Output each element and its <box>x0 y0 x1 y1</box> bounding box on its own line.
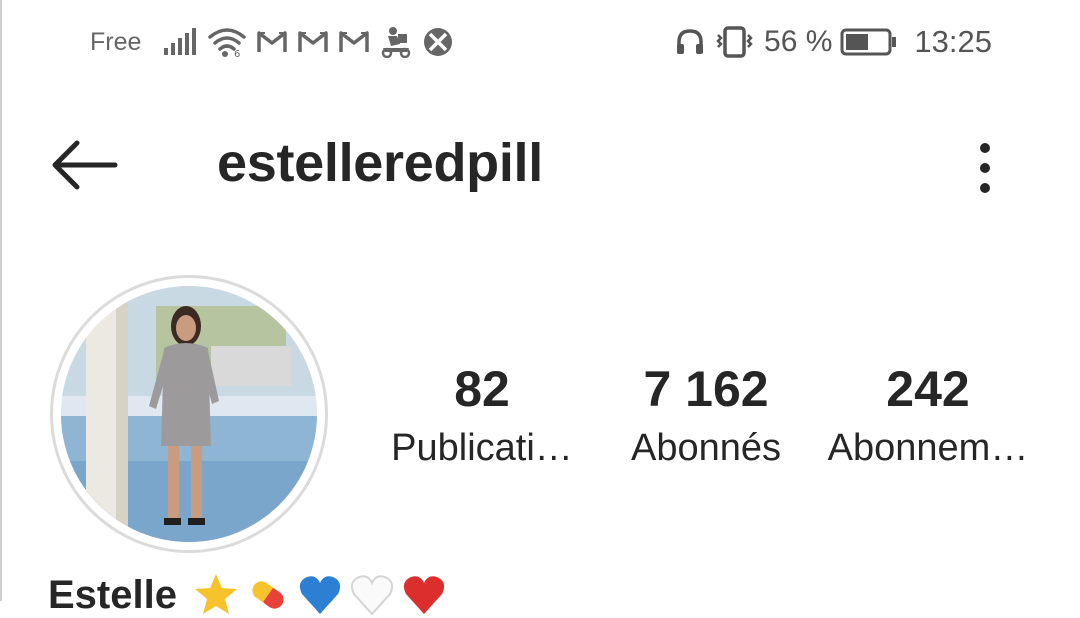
more-options-button[interactable] <box>960 135 1010 200</box>
carrier-label: Free <box>90 28 142 56</box>
gmail-icon <box>298 31 328 52</box>
star-emoji <box>194 574 237 614</box>
followers-label: Abonnés <box>630 427 781 469</box>
back-arrow-icon <box>52 140 118 190</box>
profile-photo <box>61 286 317 542</box>
gmail-icon <box>339 31 369 52</box>
back-button[interactable] <box>44 130 124 200</box>
profile-username: estelleredpill <box>217 133 543 193</box>
pill-emoji <box>252 581 284 609</box>
stat-following[interactable]: 242 Abonnem… <box>818 358 1038 476</box>
more-options-icon <box>980 142 990 193</box>
vibrate-icon <box>716 26 753 58</box>
notification-icons: 6 <box>162 24 454 60</box>
wifi-icon: 6 <box>208 28 246 58</box>
white-heart-emoji <box>350 575 394 616</box>
delivery-scooter-icon <box>381 27 411 58</box>
blue-heart-emoji <box>299 576 341 614</box>
profile-avatar[interactable] <box>50 275 328 553</box>
system-icons: 56 % 13:25 <box>674 24 992 60</box>
following-count: 242 <box>886 361 970 417</box>
left-edge <box>0 0 2 601</box>
red-heart-emoji <box>403 576 445 614</box>
publications-count: 82 <box>454 361 510 417</box>
following-label: Abonnem… <box>827 427 1029 469</box>
signal-icon <box>164 28 196 55</box>
gmail-icon <box>257 31 287 52</box>
xbox-icon <box>424 28 452 56</box>
battery-icon <box>840 28 897 56</box>
status-clock: 13:25 <box>914 24 992 59</box>
profile-bio: Estelle <box>48 572 447 618</box>
status-bar: Free 6 56 % 13:25 <box>0 0 1080 84</box>
bio-name: Estelle <box>48 572 177 617</box>
publications-label: Publicati… <box>391 427 573 469</box>
headphones-icon <box>677 29 704 54</box>
followers-count: 7 162 <box>643 361 769 417</box>
battery-percentage: 56 % <box>764 25 833 58</box>
svg-text:6: 6 <box>234 49 240 58</box>
stat-followers[interactable]: 7 162 Abonnés <box>596 358 816 476</box>
stat-publications[interactable]: 82 Publicati… <box>372 358 592 476</box>
